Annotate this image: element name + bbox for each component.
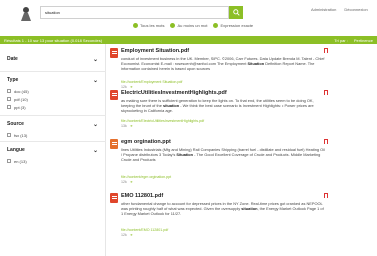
search-button[interactable]: [229, 6, 243, 19]
result-title[interactable]: ElectricUtilitiesInvestmentHighlights.pd…: [121, 90, 227, 96]
bookmark-icon[interactable]: [324, 90, 328, 95]
facet-source: Source ⌄ fsx (13): [0, 117, 106, 139]
snippet-highlight: Situation: [247, 61, 265, 67]
admin-link[interactable]: Administration: [311, 7, 336, 12]
search-input[interactable]: situation: [40, 6, 229, 19]
logo-icon: [21, 7, 31, 21]
facet-title: Source: [7, 121, 24, 127]
facet-language: Langue ⌄ en (13): [0, 143, 106, 165]
ppt-file-icon: [110, 139, 118, 149]
result-snippet: conduct of investment business in the UK…: [121, 56, 325, 72]
file-size: 13k: [121, 124, 127, 128]
divider: [0, 71, 106, 72]
facet-header[interactable]: Source ⌄: [0, 117, 106, 131]
sort-select[interactable]: Pertinence: [354, 38, 373, 43]
radio-any-word[interactable]: Au moins un mot: [170, 23, 207, 28]
facet-option-label: ppt (3): [14, 104, 26, 110]
results-summary-bar: Résultats 1 - 10 sur 13 pour situation (…: [0, 36, 377, 44]
pdf-file-icon: [110, 90, 118, 100]
facet-title: Langue: [7, 147, 25, 153]
bookmark-icon[interactable]: [324, 139, 328, 144]
preview-arrow-icon[interactable]: ➜: [130, 180, 133, 184]
checkbox[interactable]: [7, 105, 11, 109]
facet-option-label: pdf (10): [14, 96, 28, 102]
result-snippet: other fundamental change to account for …: [121, 201, 325, 217]
result-title[interactable]: Employment Situation.pdf: [121, 48, 189, 54]
preview-arrow-icon[interactable]: ➜: [130, 233, 133, 237]
result-meta: 12k ➜: [121, 85, 133, 89]
bookmark-icon[interactable]: [324, 193, 328, 198]
facet-option[interactable]: ppt (3): [0, 103, 106, 111]
radio-all-words[interactable]: Tous les mots: [133, 23, 164, 28]
result-meta: 12k ➜: [121, 180, 133, 184]
radio-dot-icon: [213, 23, 219, 28]
checkbox[interactable]: [7, 159, 11, 163]
logout-link[interactable]: Déconnexion: [344, 7, 367, 12]
chevron-down-icon[interactable]: ⌄: [93, 77, 98, 84]
facet-option-label: doc (45): [14, 88, 29, 94]
preview-arrow-icon[interactable]: ➜: [130, 124, 133, 128]
results-summary: Résultats 1 - 10 sur 13 pour situation (…: [4, 37, 103, 43]
radio-dot-icon: [133, 23, 138, 28]
facet-date: Date ⌄: [0, 52, 106, 66]
snippet-highlight: Situation: [176, 152, 194, 158]
result-snippet: lines Utilities Industrials (Mfg and Min…: [121, 147, 325, 163]
facet-option-label: en (13): [14, 158, 27, 164]
facet-option[interactable]: pdf (10): [0, 95, 106, 103]
checkbox[interactable]: [7, 89, 11, 93]
result-link[interactable]: file://content/EMO 112801.pdf: [121, 228, 168, 232]
result-snippet: as making sure there is sufficient gener…: [121, 98, 325, 114]
radio-label: Tous les mots: [140, 23, 165, 28]
facet-sidebar: Date ⌄ Type ⌄ doc (45) pdf (10) ppt (3) …: [0, 44, 106, 256]
chevron-down-icon[interactable]: ⌄: [93, 147, 98, 154]
facet-header[interactable]: Langue ⌄: [0, 143, 106, 157]
facet-title: Type: [7, 77, 19, 83]
result-link[interactable]: file://content/egm orgination.ppt: [121, 175, 171, 179]
radio-dot-icon: [170, 23, 176, 28]
snippet-highlight: situation: [241, 206, 258, 212]
result-link[interactable]: file://content/Employment Situation.pdf: [121, 80, 182, 84]
radio-label: Au moins un mot: [177, 23, 208, 28]
results-list: Employment Situation.pdf conduct of inve…: [110, 44, 332, 256]
chevron-down-icon[interactable]: ⌄: [93, 121, 98, 128]
checkbox[interactable]: [7, 97, 11, 101]
bookmark-icon[interactable]: [324, 48, 328, 53]
facet-title: Date: [7, 56, 18, 62]
result-title[interactable]: egm orgination.ppt: [121, 139, 171, 145]
file-size: 12k: [121, 233, 127, 237]
checkbox[interactable]: [7, 133, 11, 137]
pdf-file-icon: [110, 48, 118, 58]
facet-option[interactable]: en (13): [0, 157, 106, 165]
file-size: 12k: [121, 180, 127, 184]
facet-header[interactable]: Type ⌄: [0, 73, 106, 87]
result-link[interactable]: file://content/ElectricUtilitiesInvestme…: [121, 119, 204, 123]
search-icon: [232, 9, 240, 16]
chevron-down-icon[interactable]: ⌄: [93, 56, 98, 63]
result-title[interactable]: EMO 112801.pdf: [121, 193, 163, 199]
facet-option[interactable]: doc (45): [0, 87, 106, 95]
facet-option[interactable]: fsx (13): [0, 131, 106, 139]
pdf-file-icon: [110, 193, 118, 203]
divider: [0, 115, 106, 116]
facet-type: Type ⌄ doc (45) pdf (10) ppt (3): [0, 73, 106, 111]
sort-label: Tri par :: [334, 37, 348, 43]
facet-header[interactable]: Date ⌄: [0, 52, 106, 66]
divider: [0, 141, 106, 142]
result-meta: 13k ➜: [121, 124, 133, 128]
radio-label: Expression exacte: [220, 23, 254, 28]
search-mode-options: Tous les mots Au moins un mot Expression…: [133, 23, 253, 28]
radio-exact-phrase[interactable]: Expression exacte: [213, 23, 253, 28]
facet-option-label: fsx (13): [14, 132, 28, 138]
preview-arrow-icon[interactable]: ➜: [130, 85, 133, 89]
top-bar: situation Administration Déconnexion Tou…: [0, 0, 377, 34]
result-meta: 12k ➜: [121, 233, 133, 237]
file-size: 12k: [121, 85, 127, 89]
